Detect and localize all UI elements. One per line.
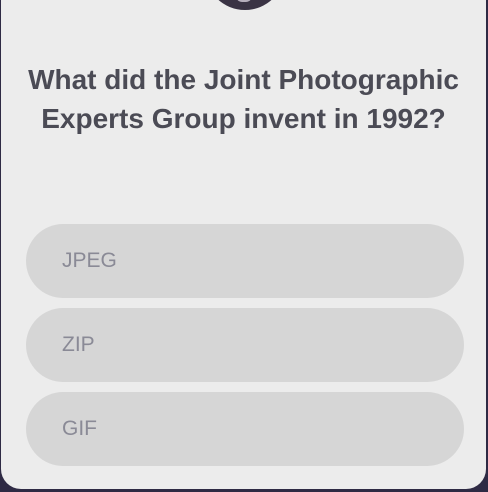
answer-option-zip[interactable]: ZIP [26, 308, 464, 382]
answer-option-label: GIF [62, 417, 97, 440]
answer-option-label: JPEG [62, 249, 117, 272]
question-text: What did the Joint Photographic Experts … [28, 64, 459, 134]
avatar [205, 0, 285, 10]
answer-option-jpeg[interactable]: JPEG [26, 224, 464, 298]
answer-option-gif[interactable]: GIF [26, 392, 464, 466]
avatar-figure [234, 0, 254, 2]
quiz-card: What did the Joint Photographic Experts … [1, 0, 486, 489]
answer-option-label: ZIP [62, 333, 95, 356]
